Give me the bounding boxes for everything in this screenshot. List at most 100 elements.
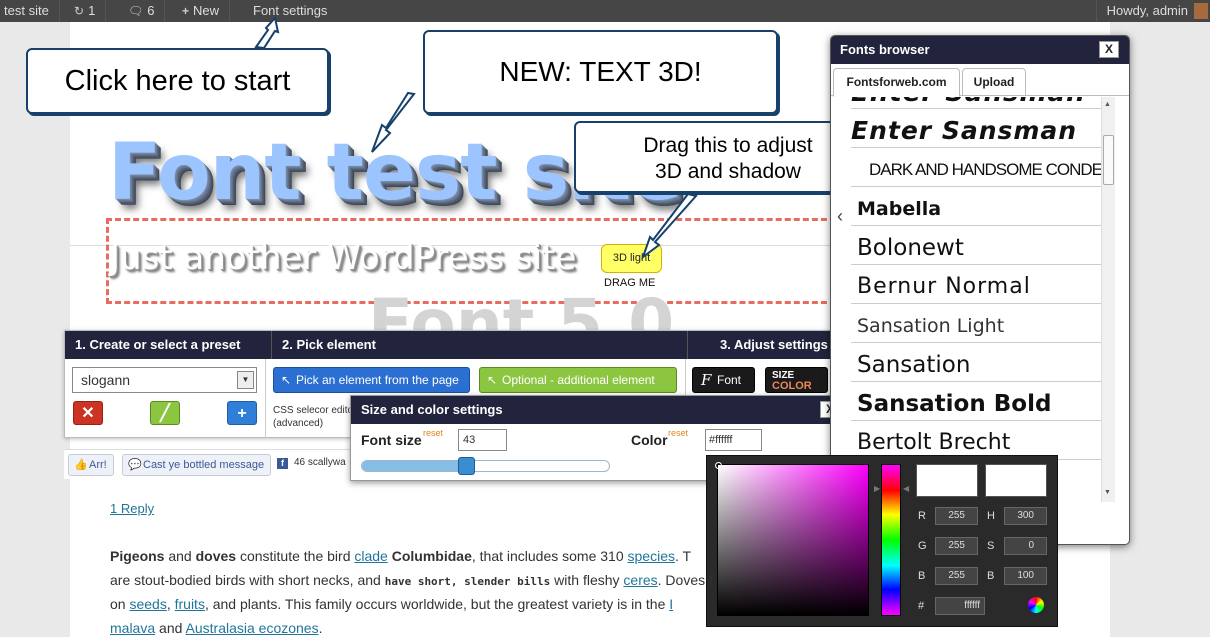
fonts-browser-title: Fonts browser: [831, 36, 1129, 64]
saturation-field[interactable]: S0: [987, 537, 1047, 555]
text3d-callout: NEW: TEXT 3D!: [423, 30, 778, 114]
green-field[interactable]: G 255: [918, 537, 978, 555]
divider: [265, 359, 266, 439]
add-preset-button[interactable]: +: [227, 401, 257, 425]
malava-link[interactable]: malava: [110, 620, 155, 636]
blue-value: 255: [948, 570, 965, 581]
color-input[interactable]: #ffffff: [705, 429, 762, 451]
red-label: R: [918, 510, 926, 522]
color-picker: ▶ ◀ R 255 H 300 G 255 S0 B 255 B 100 # ffffff: [706, 455, 1058, 627]
chevron-left-icon[interactable]: ‹: [837, 206, 843, 227]
css-selector-label: CSS selecor edito: [273, 405, 354, 416]
close-fonts-browser-button[interactable]: X: [1099, 41, 1119, 58]
red-field[interactable]: R 255: [918, 507, 978, 525]
font-size-input[interactable]: 43: [458, 429, 507, 451]
arr-button[interactable]: 👍 Arr!: [68, 454, 114, 476]
color-reset[interactable]: reset: [668, 428, 688, 438]
size-color-title: Size and color settings: [351, 396, 849, 424]
pencil-icon: ╱: [160, 405, 170, 422]
font-item-dark-and-handsome[interactable]: DARK AND HANDSOME CONDENSED: [851, 148, 1101, 187]
font-button[interactable]: F Font: [692, 367, 755, 393]
text: and: [164, 548, 196, 564]
hue-arrow-right-icon[interactable]: ◀: [903, 484, 909, 493]
font-list-scrollbar[interactable]: ▲ ▼: [1101, 97, 1115, 502]
styled-text: have short, slender bills: [384, 575, 551, 588]
green-label: G: [918, 540, 927, 552]
article-line-2: are stout-bodied birds with short necks,…: [110, 572, 713, 588]
font-size-slider[interactable]: [361, 457, 610, 475]
close-icon: ✕: [81, 405, 95, 422]
fruits-link[interactable]: fruits: [175, 596, 205, 612]
color-label: COLOR: [772, 380, 812, 392]
message-icon: 💬: [128, 459, 142, 471]
red-value: 255: [948, 510, 965, 521]
brightness-value: 100: [1017, 570, 1034, 581]
hue-field[interactable]: H 300: [987, 507, 1047, 525]
scroll-down-icon[interactable]: ▼: [1104, 489, 1111, 496]
font-item-sansation-light[interactable]: Sansation Light: [851, 304, 1101, 343]
bottled-message-button[interactable]: 💬 Cast ye bottled message: [122, 454, 272, 476]
css-selector-link[interactable]: CSS selecor edito (advanced): [273, 404, 353, 430]
brightness-field[interactable]: B 100: [987, 567, 1047, 585]
hex-label: #: [918, 600, 925, 612]
pick-element-button[interactable]: ↖ Pick an element from the page: [273, 367, 470, 393]
font-size-reset[interactable]: reset: [423, 428, 443, 438]
font-item-mabella[interactable]: Mabella: [851, 187, 1101, 226]
hue-arrow-left-icon[interactable]: ▶: [874, 484, 880, 493]
plus-icon: +: [237, 405, 247, 422]
hue-label: H: [987, 510, 995, 522]
optional-element-button[interactable]: ↖ Optional - additional element: [479, 367, 677, 393]
tab-upload[interactable]: Upload: [962, 68, 1026, 96]
current-color-preview: [985, 464, 1047, 497]
new-color-preview: [916, 464, 978, 497]
font-size-label: Font size: [361, 432, 422, 448]
font-item-enter-sansman[interactable]: Enter Sansman: [851, 109, 1101, 148]
color-wheel-icon[interactable]: [1028, 597, 1044, 613]
start-arrow: [254, 15, 280, 50]
slider-handle[interactable]: [457, 457, 475, 475]
australasia-link[interactable]: Australasia ecozones: [186, 620, 319, 636]
pick-element-label: Pick an element from the page: [296, 373, 459, 387]
bold-text: doves: [195, 548, 237, 564]
preset-select[interactable]: slogann ▼: [72, 367, 257, 393]
scrollbar-thumb[interactable]: [1103, 135, 1114, 185]
thumbs-up-icon: 👍: [74, 459, 88, 471]
text: are stout-bodied birds with short necks,…: [110, 572, 385, 588]
chevron-down-icon[interactable]: ▼: [237, 371, 254, 389]
facebook-icon: f: [277, 458, 288, 469]
reply-link[interactable]: 1 Reply: [110, 501, 154, 516]
delete-preset-button[interactable]: ✕: [73, 401, 103, 425]
tab-fontsforweb[interactable]: Fontsforweb.com: [833, 68, 960, 97]
hue-slider[interactable]: [881, 464, 901, 616]
ceres-link[interactable]: ceres: [623, 572, 657, 588]
font-item-sansation[interactable]: Sansation: [851, 343, 1101, 382]
color-cursor[interactable]: [715, 462, 722, 469]
saturation-label: S: [987, 540, 995, 552]
blue-field[interactable]: B 255: [918, 567, 978, 585]
size-color-button[interactable]: SIZE COLOR: [765, 367, 828, 393]
drag-arrow: [640, 192, 698, 260]
hex-field[interactable]: # ffffff: [918, 597, 985, 615]
font-item-sansation-bold[interactable]: Sansation Bold: [851, 382, 1101, 421]
blue-label: B: [918, 570, 926, 582]
step1-header: 1. Create or select a preset: [65, 331, 271, 359]
font-item-bernur-normal[interactable]: Bernur Normal: [851, 265, 1101, 304]
hex-value: ffffff: [964, 600, 980, 611]
link[interactable]: I: [669, 596, 673, 612]
species-link[interactable]: species: [628, 548, 675, 564]
cursor-icon: ↖: [281, 373, 292, 387]
css-selector-sublabel: (advanced): [273, 418, 324, 429]
seeds-link[interactable]: seeds: [129, 596, 166, 612]
article-line-3: on seeds, fruits, and plants. This famil…: [110, 596, 673, 612]
edit-preset-button[interactable]: ╱: [150, 401, 180, 425]
clade-link[interactable]: clade: [354, 548, 387, 564]
font-item-partial[interactable]: Enter Sansman: [851, 97, 1101, 109]
reply-link-text[interactable]: 1 Reply: [110, 501, 154, 516]
color-label: Color: [631, 432, 668, 448]
bold-text: Pigeons: [110, 548, 165, 564]
scroll-up-icon[interactable]: ▲: [1104, 101, 1111, 108]
font-button-label: Font: [717, 373, 742, 387]
font-item-bolonewt[interactable]: Bolonewt: [851, 226, 1101, 265]
start-callout: Click here to start: [26, 48, 329, 114]
saturation-brightness-area[interactable]: [715, 462, 869, 616]
